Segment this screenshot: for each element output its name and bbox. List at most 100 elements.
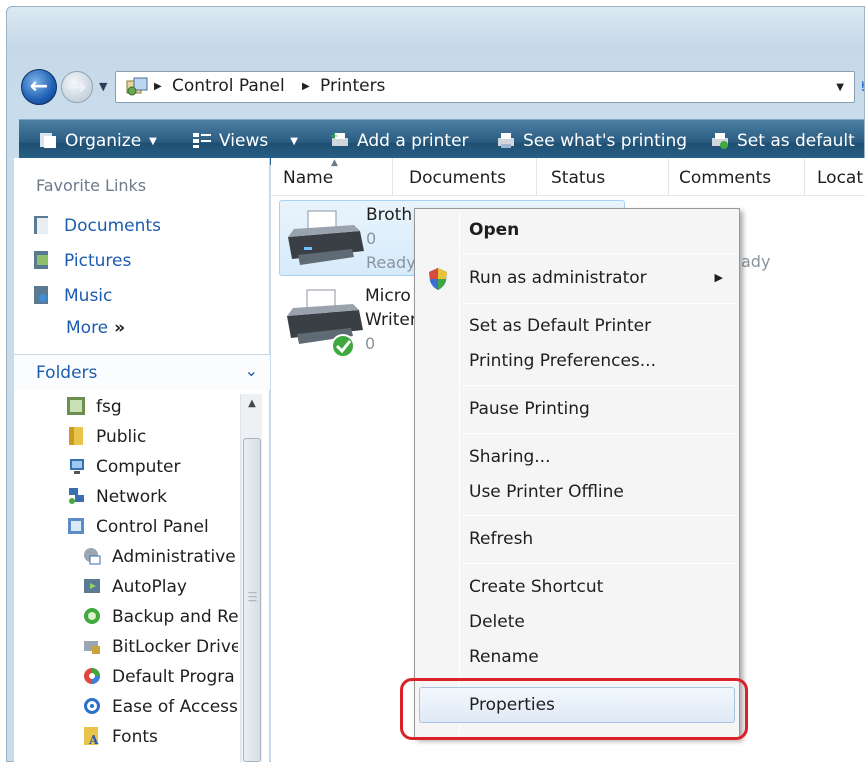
column-header-label: Locat [817, 168, 864, 188]
documents-icon [34, 216, 48, 234]
more-links-button[interactable]: More» [66, 318, 125, 338]
add-printer-button[interactable]: + Add a printer [329, 130, 469, 156]
tree-item-backup[interactable]: Backup and Re [82, 606, 238, 632]
more-label: More [66, 318, 109, 338]
music-icon [34, 286, 48, 304]
favorite-link-music[interactable]: Music [32, 284, 112, 310]
tree-item-label: Control Panel [96, 517, 209, 537]
column-header-label: Documents [409, 168, 506, 188]
views-icon [193, 133, 211, 148]
tree-item-control-panel[interactable]: Control Panel [66, 516, 236, 542]
column-header-label: Name [283, 168, 334, 188]
administrative-tools-icon [84, 548, 101, 565]
favorite-link-label: Music [64, 286, 113, 306]
tree-item-network[interactable]: Network [66, 486, 236, 512]
printer-icon [288, 210, 364, 265]
favorite-link-pictures[interactable]: Pictures [32, 249, 131, 275]
see-whats-printing-label: See what's printing [523, 131, 688, 151]
default-programs-icon [84, 668, 100, 684]
column-header-documents[interactable]: Documents [393, 158, 537, 196]
views-button[interactable]: Views ▼ [191, 130, 298, 156]
see-whats-printing-button[interactable]: See what's printing [495, 130, 687, 156]
tree-item-label: BitLocker Drive [112, 637, 238, 657]
folders-scrollbar[interactable]: ▲ — — — [240, 394, 262, 762]
printer-name-line2: Writer [365, 310, 417, 330]
favorite-link-label: Documents [64, 216, 161, 236]
column-header-status[interactable]: Status [537, 158, 669, 196]
scroll-up-icon[interactable]: ▲ [241, 398, 263, 409]
menu-item-sharing[interactable]: Sharing... [417, 440, 737, 474]
add-printer-icon: + [330, 131, 348, 146]
menu-item-set-default-printer[interactable]: Set as Default Printer [417, 309, 737, 343]
menu-item-printing-preferences[interactable]: Printing Preferences... [417, 344, 737, 378]
tree-item-label: Default Progra [112, 667, 235, 687]
menu-separator [463, 563, 735, 564]
menu-separator [463, 515, 735, 516]
add-printer-label: Add a printer [357, 131, 469, 151]
grip-icon: — — — [248, 588, 257, 606]
menu-item-run-as-administrator[interactable]: Run as administrator ▶ [417, 261, 737, 295]
scrollbar-thumb[interactable]: — — — [243, 438, 261, 762]
chevron-right-icon[interactable]: ▶ [154, 81, 162, 92]
menu-item-pause-printing[interactable]: Pause Printing [417, 392, 737, 426]
control-panel-icon [126, 77, 148, 96]
menu-item-label: Rename [469, 647, 539, 667]
menu-item-use-printer-offline[interactable]: Use Printer Offline [417, 475, 737, 509]
chevron-down-icon: ▼ [149, 136, 157, 147]
menu-separator [463, 303, 735, 304]
tree-item-ease-of-access[interactable]: Ease of Access [82, 696, 238, 722]
tree-item-fsg[interactable]: fsg [66, 396, 236, 422]
column-header-location[interactable]: Locat [805, 158, 865, 196]
menu-item-label: Pause Printing [469, 399, 590, 419]
organize-button[interactable]: Organize ▼ [37, 130, 157, 156]
tree-item-default-programs[interactable]: Default Progra [82, 666, 238, 692]
tree-item-label: Ease of Access [112, 697, 238, 717]
tree-item-administrative[interactable]: Administrative [82, 546, 238, 572]
tree-item-computer[interactable]: Computer [66, 456, 236, 482]
folders-header-bar[interactable]: Folders ⌄ [14, 354, 270, 390]
menu-item-create-shortcut[interactable]: Create Shortcut [417, 570, 737, 604]
network-icon [69, 488, 84, 504]
menu-item-label: Sharing... [469, 447, 551, 467]
tree-item-autoplay[interactable]: AutoPlay [82, 576, 238, 602]
address-bar[interactable]: ▶ Control Panel ▶ Printers ▼ [115, 71, 855, 103]
double-chevron-right-icon: » [114, 318, 126, 338]
back-button[interactable]: ← [21, 69, 57, 105]
submenu-arrow-icon: ▶ [714, 271, 723, 284]
set-default-icon [712, 133, 728, 149]
menu-item-label: Set as Default Printer [469, 316, 652, 336]
column-header-comments[interactable]: Comments [669, 158, 805, 196]
menu-item-delete[interactable]: Delete [417, 605, 737, 639]
printer-name: Broth [366, 205, 413, 225]
favorite-link-label: Pictures [64, 251, 132, 271]
chevron-down-icon: ⌄ [244, 361, 258, 380]
uac-shield-icon [429, 268, 447, 290]
menu-item-label: Refresh [469, 529, 534, 549]
history-dropdown-icon[interactable]: ▼ [99, 80, 107, 93]
organize-label: Organize [65, 131, 142, 151]
menu-item-rename[interactable]: Rename [417, 640, 737, 674]
breadcrumb-control-panel[interactable]: Control Panel [172, 76, 285, 96]
tree-item-fonts[interactable]: A Fonts [82, 726, 238, 752]
menu-item-refresh[interactable]: Refresh [417, 522, 737, 556]
set-as-default-button[interactable]: Set as default [709, 130, 855, 156]
refresh-icon[interactable]: ↹ [861, 77, 864, 107]
tree-item-public[interactable]: Public [66, 426, 236, 452]
menu-item-open[interactable]: Open [417, 213, 737, 247]
favorite-link-documents[interactable]: Documents [32, 214, 161, 240]
folder-icon [69, 427, 83, 445]
favorite-links-header: Favorite Links [36, 176, 147, 195]
tree-item-bitlocker[interactable]: BitLocker Drive [82, 636, 238, 662]
menu-item-label: Run as administrator [469, 268, 647, 288]
forward-button[interactable]: → [61, 71, 93, 103]
tree-item-label: fsg [96, 397, 122, 417]
column-header-name[interactable]: Name ▲ [271, 158, 393, 196]
menu-separator [463, 385, 735, 386]
views-label: Views [219, 131, 269, 151]
breadcrumb-printers[interactable]: Printers [320, 76, 385, 96]
back-arrow-icon: ← [29, 74, 49, 99]
user-folder-icon [67, 397, 85, 415]
address-dropdown-icon[interactable]: ▼ [836, 82, 844, 93]
print-queue-icon [498, 133, 514, 148]
chevron-right-icon[interactable]: ▶ [302, 81, 310, 92]
